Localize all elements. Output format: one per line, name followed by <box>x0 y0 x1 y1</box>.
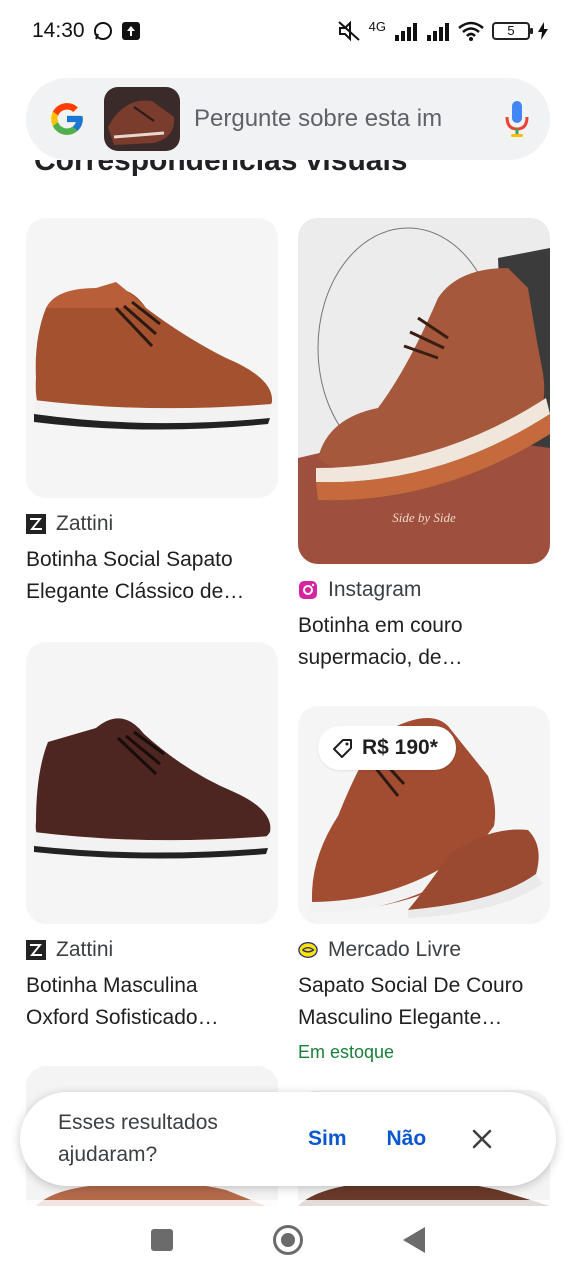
result-source[interactable]: Zattini <box>26 938 278 962</box>
source-name: Instagram <box>328 578 422 601</box>
source-name: Mercado Livre <box>328 938 462 961</box>
result-card[interactable]: Zattini Botinha Social Sapato Elegante C… <box>26 218 278 608</box>
product-image[interactable] <box>26 218 278 498</box>
feedback-yes-button[interactable]: Sim <box>308 1127 347 1151</box>
feedback-toast: Esses resultados ajudaram? Sim Não <box>20 1092 556 1186</box>
result-card[interactable]: R$ 190* Mercado Livre Sapato Social De C… <box>298 706 550 1063</box>
result-title-line: Masculino Elegante… <box>298 1006 503 1029</box>
zattini-icon <box>26 514 46 534</box>
wifi-icon <box>458 21 484 41</box>
product-image[interactable]: R$ 190* <box>298 706 550 924</box>
back-button[interactable] <box>403 1227 425 1253</box>
system-nav-bar <box>0 1200 576 1280</box>
microphone-icon[interactable] <box>502 99 532 139</box>
result-source[interactable]: Instagram <box>298 578 550 602</box>
status-time: 14:30 <box>32 19 85 42</box>
charging-icon <box>538 22 548 40</box>
whatsapp-icon <box>93 22 112 40</box>
status-bar: 14:30 4G 5 <box>0 0 576 62</box>
result-title[interactable]: Sapato Social De Couro Masculino Elegant… <box>298 970 550 1034</box>
result-title-line: Elegante Clássico de… <box>26 580 245 603</box>
query-image-thumbnail[interactable] <box>104 87 180 151</box>
google-logo-icon <box>51 103 83 135</box>
result-title-line: Botinha Masculina <box>26 974 198 997</box>
product-image[interactable]: Side by Side <box>298 218 550 564</box>
feedback-no-button[interactable]: Não <box>387 1127 427 1151</box>
result-source[interactable]: Mercado Livre <box>298 938 550 962</box>
section-heading-container: Correspondências visuais <box>0 160 576 188</box>
instagram-icon <box>299 581 317 599</box>
mercado-livre-icon <box>298 942 318 958</box>
search-bar[interactable]: Pergunte sobre esta im <box>26 78 550 160</box>
zattini-icon <box>26 940 46 960</box>
result-title-line: Sapato Social De Couro <box>298 974 524 997</box>
source-name: Zattini <box>56 512 114 535</box>
section-heading: Correspondências visuais <box>34 160 408 177</box>
result-title-line: Oxford Sofisticado… <box>26 1006 219 1029</box>
result-source[interactable]: Zattini <box>26 512 278 536</box>
mute-icon <box>337 20 360 42</box>
feedback-question: Esses resultados ajudaram? <box>58 1111 218 1166</box>
home-button[interactable] <box>273 1225 303 1255</box>
source-name: Zattini <box>56 938 114 961</box>
result-title[interactable]: Botinha Masculina Oxford Sofisticado… <box>26 970 278 1034</box>
image-watermark: Side by Side <box>392 510 456 525</box>
result-card[interactable]: Zattini Botinha Masculina Oxford Sofisti… <box>26 642 278 1034</box>
result-title[interactable]: Botinha em couro supermacio, de… <box>298 610 550 674</box>
price-badge: R$ 190* <box>318 726 456 770</box>
result-card[interactable]: Side by Side Instagram Botinha em couro … <box>298 218 550 674</box>
result-title-line: Botinha Social Sapato <box>26 548 233 571</box>
battery-icon: 5 <box>492 22 533 40</box>
signal-icon-2 <box>427 23 449 41</box>
search-input[interactable]: Pergunte sobre esta im <box>194 105 502 133</box>
result-title-line: Botinha em couro <box>298 614 463 637</box>
price-tag-icon <box>333 739 352 758</box>
signal-icon <box>395 23 417 41</box>
battery-level: 5 <box>507 23 515 38</box>
product-image[interactable] <box>26 642 278 924</box>
price-value: R$ 190* <box>362 736 438 759</box>
result-title-line: supermacio, de… <box>298 646 463 669</box>
stock-status: Em estoque <box>298 1042 395 1062</box>
close-icon[interactable] <box>470 1127 494 1151</box>
result-title[interactable]: Botinha Social Sapato Elegante Clássico … <box>26 544 278 608</box>
network-type: 4G <box>368 18 386 34</box>
recent-apps-button[interactable] <box>151 1229 173 1251</box>
upload-icon <box>121 22 140 40</box>
